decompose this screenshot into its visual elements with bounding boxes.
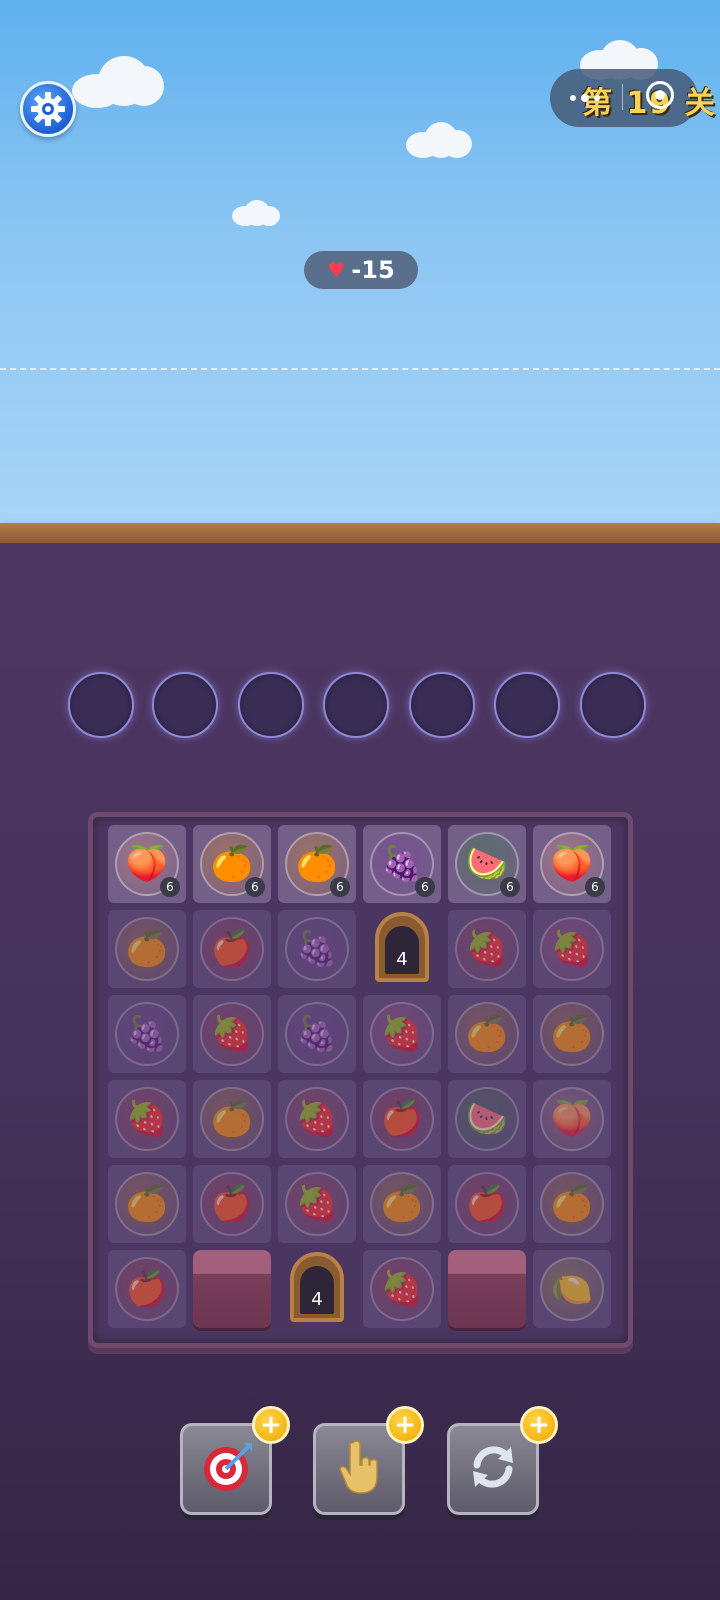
blocked-tile: [448, 1250, 526, 1328]
strawberry-icon: 🍓: [115, 1087, 179, 1151]
fruit-tile-apple: 🍎: [193, 910, 271, 988]
fruit-tile-strawberry: 🍓: [363, 1250, 441, 1328]
fruit-tile-lemon: 🍋: [533, 1250, 611, 1328]
wooden-shelf: [0, 523, 720, 543]
stack-count-badge: 6: [330, 877, 350, 897]
apple-icon: 🍎: [200, 1172, 264, 1236]
fruit-tile-dragonfruit: 🍓: [363, 995, 441, 1073]
lemon-icon: 🍋: [540, 1257, 604, 1321]
fruit-tile-grape[interactable]: 🍇 6: [363, 825, 441, 903]
peach-icon: 🍑: [540, 1087, 604, 1151]
close-capsule-icon[interactable]: [646, 81, 674, 109]
door-counter: 4: [385, 926, 419, 974]
settings-button[interactable]: [20, 81, 76, 137]
fruit-tile-apple: 🍎: [108, 1250, 186, 1328]
lives-value: -15: [351, 256, 395, 284]
orange-icon: 🍊: [115, 1172, 179, 1236]
fruit-tile-peach[interactable]: 🍑 6: [108, 825, 186, 903]
fruit-tile-orange: 🍊: [108, 910, 186, 988]
gear-icon: [31, 92, 65, 126]
grape-icon: 🍇: [285, 917, 349, 981]
fruit-tile-watermelon: 🍉: [448, 1080, 526, 1158]
fruit-tile-orange: 🍊: [108, 1165, 186, 1243]
fruit-tile-peach: 🍑: [533, 1080, 611, 1158]
collection-slot: [409, 672, 475, 738]
fruit-tile-dragonfruit: 🍓: [533, 910, 611, 988]
game-board: 🍑 6 🍊 6 🍊 6 🍇 6 🍉 6 🍑 6 🍊 🍎 🍇 4 🍓 🍓 🍇 🍓 🍇 🍓 🍊 🍊 🍓 🍊 🍓 🍎 🍉 🍑 🍊 🍎 🍓 🍊 🍎 🍊 🍎 4 🍓 🍋: [88, 812, 633, 1348]
hand-icon: [334, 1437, 384, 1501]
stack-count-badge: 6: [500, 877, 520, 897]
apple-icon: 🍎: [455, 1172, 519, 1236]
watermelon-icon: 🍉: [455, 1087, 519, 1151]
collection-slot: [238, 672, 304, 738]
add-tool-plus-icon[interactable]: +: [520, 1406, 558, 1444]
add-tool-plus-icon[interactable]: +: [252, 1406, 290, 1444]
fruit-tile-orange[interactable]: 🍊 6: [278, 825, 356, 903]
fruit-tile-grape: 🍇: [108, 995, 186, 1073]
fruit-tile-grape: 🍇: [278, 995, 356, 1073]
add-tool-plus-icon[interactable]: +: [386, 1406, 424, 1444]
strawberry-icon: 🍓: [285, 1172, 349, 1236]
fruit-tile-orange: 🍊: [448, 995, 526, 1073]
collection-slot: [152, 672, 218, 738]
locked-door-tile: 4: [363, 910, 441, 988]
orange-icon: 🍊: [540, 1002, 604, 1066]
heart-icon: ♥: [327, 258, 346, 282]
stack-count-badge: 6: [160, 877, 180, 897]
stack-count-badge: 6: [585, 877, 605, 897]
stack-count-badge: 6: [245, 877, 265, 897]
strawberry-icon: 🍓: [455, 917, 519, 981]
dragonfruit-icon: 🍓: [540, 917, 604, 981]
dragonfruit-icon: 🍓: [370, 1002, 434, 1066]
fruit-tile-peach[interactable]: 🍑 6: [533, 825, 611, 903]
orange-icon: 🍊: [370, 1172, 434, 1236]
orange-icon: 🍊: [455, 1002, 519, 1066]
orange-icon: 🍊: [200, 1087, 264, 1151]
stack-count-badge: 6: [415, 877, 435, 897]
fruit-tile-orange: 🍊: [533, 995, 611, 1073]
blocked-tile: [193, 1250, 271, 1328]
fruit-tile-strawberry: 🍓: [108, 1080, 186, 1158]
fruit-tile-orange: 🍊: [193, 1080, 271, 1158]
fruit-tile-strawberry: 🍓: [278, 1080, 356, 1158]
fruit-tile-strawberry: 🍓: [278, 1165, 356, 1243]
fruit-tile-orange[interactable]: 🍊 6: [193, 825, 271, 903]
grape-icon: 🍇: [115, 1002, 179, 1066]
fruit-tile-watermelon[interactable]: 🍉 6: [448, 825, 526, 903]
collection-slot: [323, 672, 389, 738]
orange-icon: 🍊: [115, 917, 179, 981]
target-icon: [198, 1439, 254, 1499]
orange-icon: 🍊: [540, 1172, 604, 1236]
door-counter: 4: [300, 1266, 334, 1314]
fruit-tile-orange: 🍊: [363, 1165, 441, 1243]
fruit-tile-grape: 🍇: [278, 910, 356, 988]
fruit-tile-apple: 🍎: [448, 1165, 526, 1243]
more-menu-icon[interactable]: [570, 88, 600, 108]
grape-icon: 🍇: [285, 1002, 349, 1066]
refresh-icon: [465, 1439, 521, 1499]
door-icon: 4: [290, 1252, 344, 1322]
fruit-tile-strawberry: 🍓: [448, 910, 526, 988]
collection-slot: [68, 672, 134, 738]
collection-slot: [580, 672, 646, 738]
strawberry-icon: 🍓: [200, 1002, 264, 1066]
door-icon: 4: [375, 912, 429, 982]
strawberry-icon: 🍓: [285, 1087, 349, 1151]
capsule-divider: [622, 84, 623, 110]
apple-icon: 🍎: [200, 917, 264, 981]
fruit-tile-apple: 🍎: [193, 1165, 271, 1243]
apple-icon: 🍎: [115, 1257, 179, 1321]
collection-slot: [494, 672, 560, 738]
lives-counter: ♥ -15: [304, 251, 418, 289]
strawberry-icon: 🍓: [370, 1257, 434, 1321]
danger-line: [0, 368, 720, 370]
apple-icon: 🍎: [370, 1087, 434, 1151]
fruit-tile-apple: 🍎: [363, 1080, 441, 1158]
fruit-tile-strawberry: 🍓: [193, 995, 271, 1073]
locked-door-tile: 4: [278, 1250, 356, 1328]
fruit-tile-orange: 🍊: [533, 1165, 611, 1243]
